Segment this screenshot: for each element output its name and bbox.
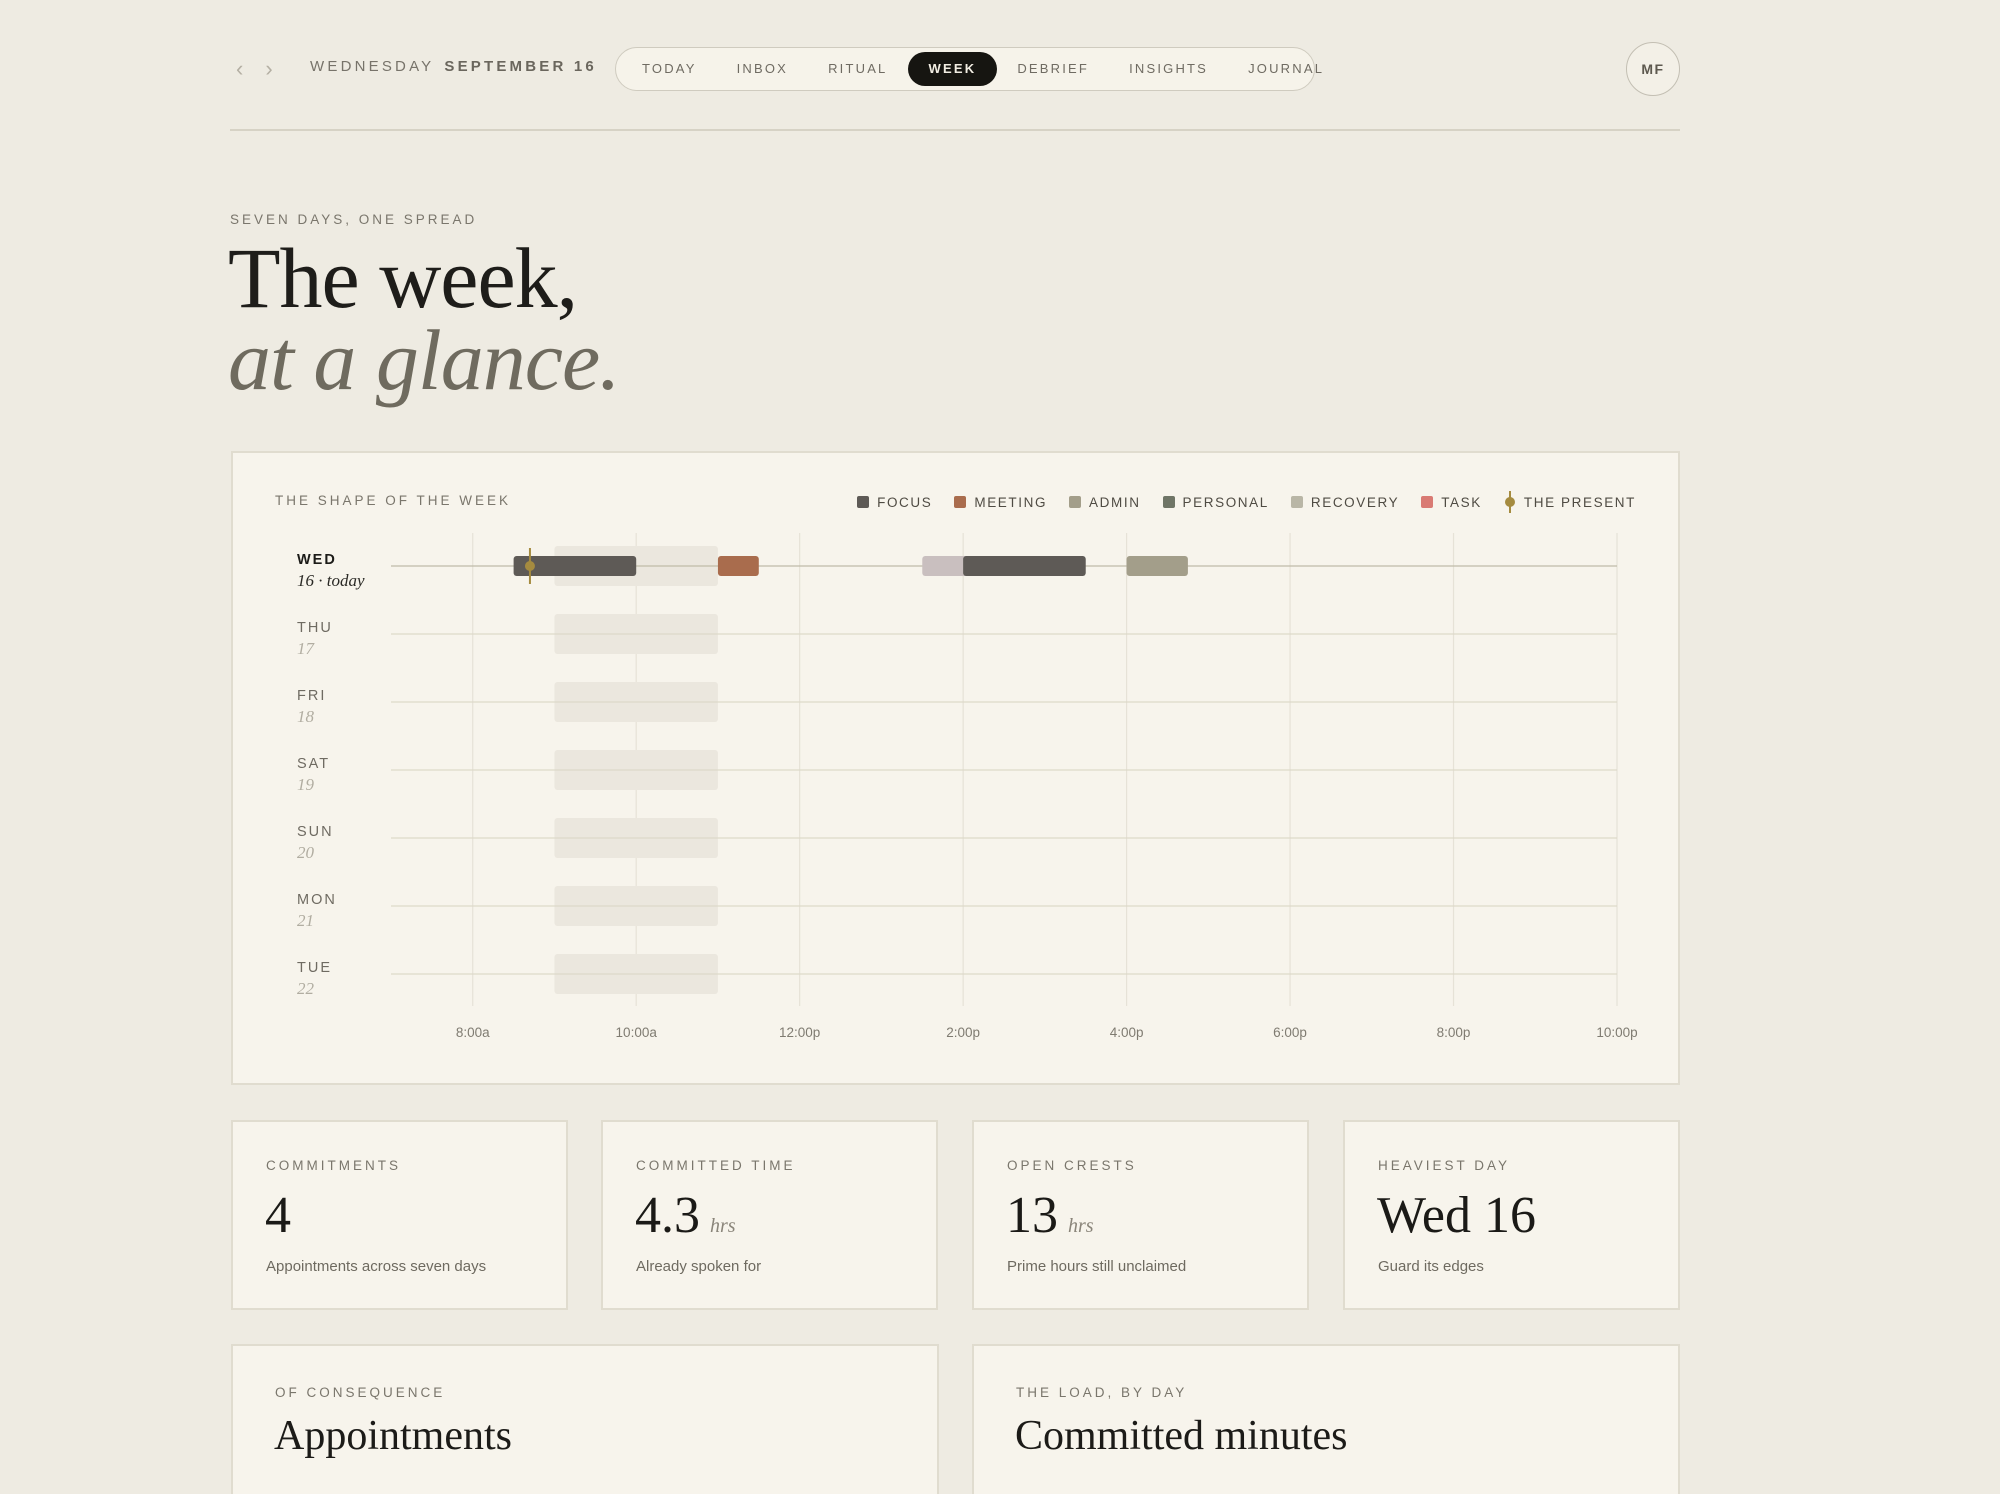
day-label: SAT — [297, 756, 330, 772]
day-label: TUE — [297, 960, 332, 976]
hour-tick-label: 4:00p — [1110, 1025, 1144, 1040]
stat-note: Prime hours still unclaimed — [1007, 1258, 1187, 1275]
stat-card-committed-time: COMMITTED TIME 4.3 hrs Already spoken for — [601, 1120, 938, 1310]
panel-eyebrow: THE LOAD, BY DAY — [1016, 1385, 1188, 1400]
current-date: WEDNESDAY SEPTEMBER 16 — [310, 58, 597, 75]
stat-card-heaviest-day: HEAVIEST DAY Wed 16 Guard its edges — [1343, 1120, 1680, 1310]
panel-title: Appointments — [274, 1413, 512, 1459]
event-block — [963, 556, 1086, 576]
page-subtitle: at a glance. — [228, 312, 621, 408]
stat-card-commitments: COMMITMENTS 4 Appointments across seven … — [231, 1120, 568, 1310]
committed-minutes-panel: THE LOAD, BY DAY Committed minutes — [972, 1344, 1680, 1494]
week-timeline-chart: 8:00a 10:00a 12:00p 2:00p 4:00p 6:00p 8:00p 10:… — [297, 533, 1638, 1040]
day-label: SUN — [297, 824, 334, 840]
stat-label: HEAVIEST DAY — [1378, 1158, 1511, 1173]
chevron-right-icon[interactable]: › — [265, 55, 272, 83]
stat-value: 4 — [265, 1182, 291, 1250]
page-title: The week, — [228, 230, 578, 326]
hour-tick-label: 12:00p — [779, 1025, 820, 1040]
tab-ritual[interactable]: RITUAL — [808, 52, 907, 86]
stat-label: OPEN CRESTS — [1007, 1158, 1137, 1173]
day-label: MON — [297, 892, 337, 908]
hour-tick-label: 8:00a — [456, 1025, 490, 1040]
stat-unit: hrs — [710, 1215, 736, 1237]
hour-tick-label: 10:00p — [1596, 1025, 1637, 1040]
day-label: THU — [297, 620, 333, 636]
stat-unit: hrs — [1068, 1215, 1094, 1237]
day-date: 17 — [297, 639, 316, 658]
tab-debrief[interactable]: DEBRIEF — [997, 52, 1109, 86]
avatar[interactable]: MF — [1626, 42, 1680, 96]
top-bar: ‹ › WEDNESDAY SEPTEMBER 16 TODAY INBOX RI… — [230, 42, 1680, 96]
panel-eyebrow: OF CONSEQUENCE — [275, 1385, 446, 1400]
header-divider — [230, 129, 1680, 131]
stat-number: 13 — [1006, 1187, 1058, 1244]
day-date: 19 — [297, 775, 315, 794]
tab-today[interactable]: TODAY — [622, 52, 717, 86]
day-label: WED — [297, 552, 337, 568]
present-marker-dot — [524, 561, 535, 571]
panel-title: Committed minutes — [1015, 1413, 1348, 1459]
event-block — [717, 556, 759, 576]
stat-value: 13 hrs — [1006, 1182, 1094, 1260]
hour-tick-label: 8:00p — [1437, 1025, 1471, 1040]
stat-note: Appointments across seven days — [266, 1258, 487, 1275]
stat-number: 4 — [265, 1187, 291, 1244]
current-month-day: SEPTEMBER 16 — [444, 58, 597, 75]
tab-insights[interactable]: INSIGHTS — [1109, 52, 1228, 86]
hour-tick-label: 6:00p — [1273, 1025, 1307, 1040]
day-date: 20 — [297, 843, 315, 862]
stat-card-open-crests: OPEN CRESTS 13 hrs Prime hours still uncl… — [972, 1120, 1309, 1310]
view-tabs: TODAY INBOX RITUAL WEEK DEBRIEF INSIGHTS… — [615, 47, 1322, 91]
day-date: 21 — [297, 911, 314, 930]
day-date: 22 — [297, 979, 315, 998]
current-weekday: WEDNESDAY — [310, 58, 435, 75]
stat-label: COMMITTED TIME — [636, 1158, 796, 1173]
tab-week[interactable]: WEEK — [907, 52, 998, 86]
tab-journal[interactable]: JOURNAL — [1228, 52, 1344, 86]
day-date: 18 — [297, 707, 315, 726]
stat-label: COMMITMENTS — [266, 1158, 401, 1173]
hour-tick-label: 10:00a — [616, 1025, 658, 1040]
page-eyebrow: SEVEN DAYS, ONE SPREAD — [230, 212, 478, 227]
event-block — [1126, 556, 1188, 576]
chevron-left-icon[interactable]: ‹ — [236, 55, 243, 83]
stat-note: Already spoken for — [636, 1258, 762, 1275]
day-date: 16 · today — [297, 571, 365, 590]
stat-value: 4.3 hrs — [635, 1182, 736, 1260]
stat-note: Guard its edges — [1378, 1258, 1484, 1275]
appointments-panel: OF CONSEQUENCE Appointments — [231, 1344, 939, 1494]
tab-inbox[interactable]: INBOX — [717, 52, 808, 86]
stat-number: Wed 16 — [1377, 1187, 1536, 1244]
hour-tick-label: 2:00p — [946, 1025, 980, 1040]
stat-value: Wed 16 — [1377, 1182, 1536, 1250]
day-label: FRI — [297, 688, 326, 704]
date-nav: ‹ › — [236, 55, 273, 83]
stat-number: 4.3 — [635, 1187, 700, 1244]
week-timeline-card: THE SHAPE OF THE WEEK FOCUS MEETING ADMI… — [231, 451, 1680, 1085]
